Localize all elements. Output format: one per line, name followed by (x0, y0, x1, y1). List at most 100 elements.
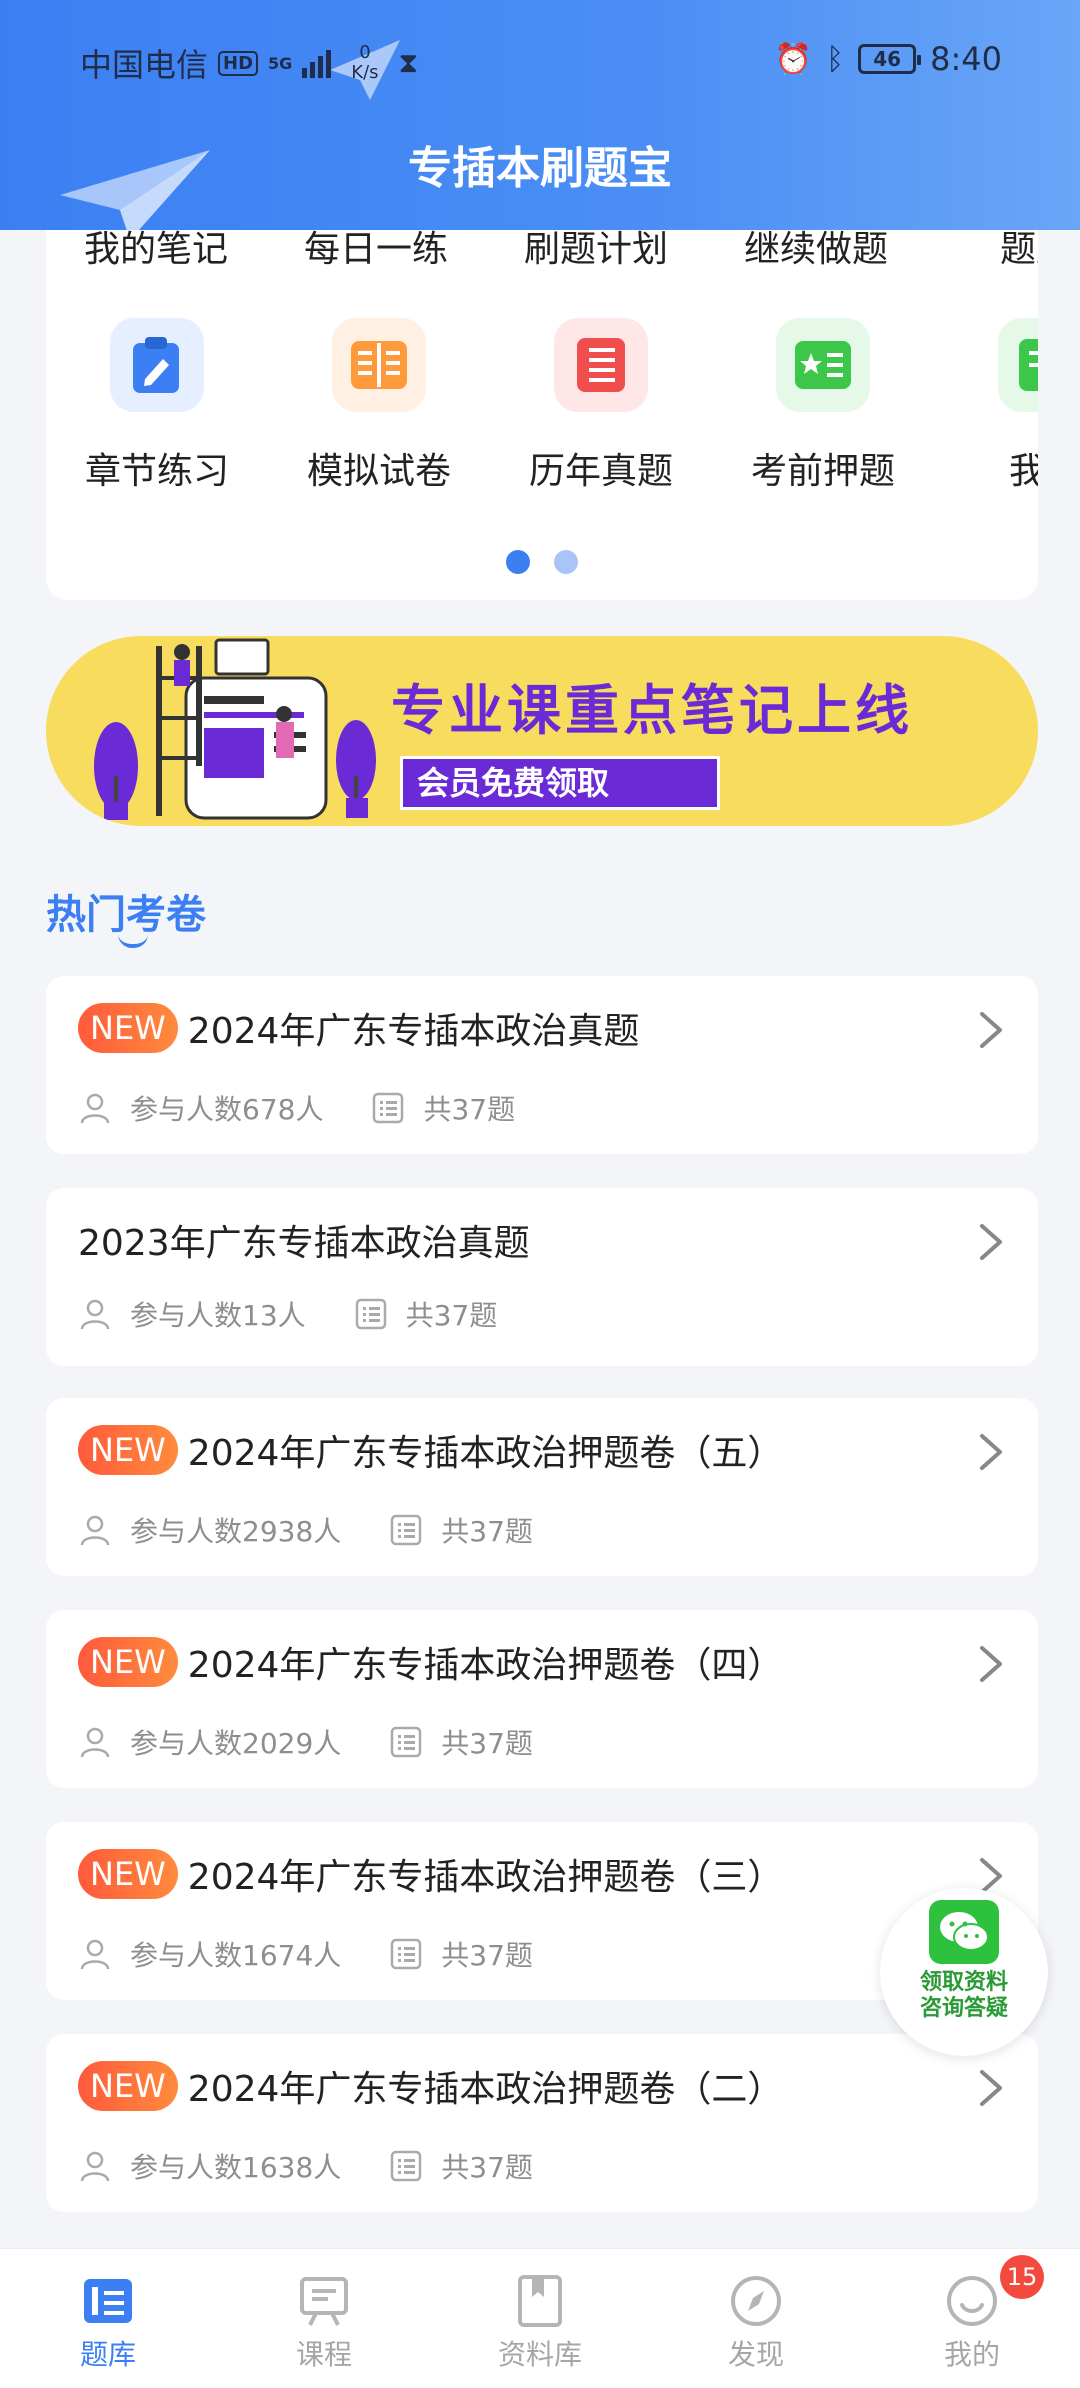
app-header: 中国电信 HD 5G 0 K/s ⧗ ⏰ ᛒ 46 8:40 专插本刷题宝 (0, 0, 1080, 230)
chevron-right-icon (980, 1646, 1002, 1682)
category-label: 历年真题 (528, 451, 673, 492)
hourglass-icon: ⧗ (398, 46, 419, 79)
question-bank-icon (84, 2279, 132, 2323)
open-book-icon (332, 318, 426, 412)
nav-item-question-bank[interactable]: 题库 (0, 2249, 216, 2388)
category-row: 章节练习 模拟试卷 历年真题 考前押题 我的 (46, 318, 1038, 494)
person-icon (80, 2151, 110, 2182)
category-mock-exam[interactable]: 模拟试卷 (268, 318, 490, 494)
participant-count: 参与人数13人 (130, 1299, 306, 1332)
banner-claim-button[interactable]: 会员免费领取 (400, 756, 720, 810)
network-speed: 0 K/s (351, 42, 379, 83)
question-count: 共37题 (423, 1093, 516, 1126)
new-badge: NEW (78, 2061, 178, 2111)
exam-card[interactable]: NEW 2024年广东专插本政治押题卷（四） 参与人数2029人 共37题 (46, 1610, 1038, 1788)
category-label: 模拟试卷 (306, 451, 451, 492)
section-title-hot-exams: 热门考卷 (46, 892, 206, 938)
question-list-icon (373, 1092, 404, 1124)
question-list-icon (391, 1726, 422, 1758)
category-my[interactable]: 我的 (934, 318, 1038, 494)
nav-label: 发现 (727, 2338, 784, 2371)
exam-title: 2024年广东专插本政治押题卷（四） (187, 1645, 784, 1686)
chevron-right-icon (980, 1012, 1002, 1048)
exam-title: 2023年广东专插本政治真题 (78, 1223, 530, 1264)
network-type: 5G (268, 53, 293, 73)
question-list-icon (355, 1298, 386, 1330)
new-badge: NEW (78, 1637, 178, 1687)
page-dot-active[interactable] (506, 550, 530, 574)
banner-illustration (94, 638, 376, 820)
question-count: 共37题 (405, 1299, 498, 1332)
status-bar: 中国电信 HD 5G 0 K/s ⧗ ⏰ ᛒ 46 8:40 (0, 0, 1080, 130)
nav-label: 题库 (79, 2338, 136, 2371)
pencil-clipboard-icon (110, 318, 204, 412)
exam-card[interactable]: NEW 2024年广东专插本政治押题卷（五） 参与人数2938人 共37题 (46, 1398, 1038, 1576)
exam-title: 2024年广东专插本政治押题卷（二） (187, 2069, 784, 2110)
nav-item-profile[interactable]: 我的 15 (864, 2249, 1080, 2388)
notification-badge: 15 (1000, 2255, 1044, 2299)
new-badge: NEW (78, 1425, 178, 1475)
wechat-icon (929, 1900, 999, 1964)
question-count: 共37题 (441, 1727, 533, 1760)
list-document-icon (554, 318, 648, 412)
person-icon (80, 1299, 110, 1330)
exam-title: 2024年广东专插本政治押题卷（三） (187, 1857, 784, 1898)
nav-item-courses[interactable]: 课程 (216, 2249, 432, 2388)
float-service-line2: 咨询答疑 (919, 1996, 1008, 2021)
profile-icon (947, 2276, 997, 2326)
participant-count: 参与人数678人 (130, 1093, 324, 1126)
battery-icon: 46 (858, 44, 922, 74)
alarm-icon: ⏰ (774, 41, 813, 77)
category-predicted-questions[interactable]: 考前押题 (712, 318, 934, 494)
participant-count: 参与人数1674人 (130, 1939, 342, 1972)
page-title: 专插本刷题宝 (408, 143, 672, 194)
category-chapter-practice[interactable]: 章节练习 (46, 318, 268, 494)
category-label: 章节练习 (84, 451, 229, 492)
question-list-icon (391, 2150, 422, 2182)
nav-label: 资料库 (497, 2338, 582, 2371)
nav-item-material-library[interactable]: 资料库 (432, 2249, 648, 2388)
floating-service-button[interactable]: 领取资料 咨询答疑 (880, 1888, 1048, 2056)
material-library-icon (518, 2275, 562, 2327)
bluetooth-icon: ᛒ (826, 41, 845, 77)
question-count: 共37题 (441, 1939, 533, 1972)
person-icon (80, 1515, 110, 1546)
chevron-right-icon (980, 2070, 1002, 2106)
page-indicator (46, 550, 1038, 574)
participant-count: 参与人数2938人 (130, 1515, 342, 1548)
new-badge: NEW (78, 1849, 178, 1899)
chevron-right-icon (980, 1434, 1002, 1470)
question-count: 共37题 (441, 1515, 533, 1548)
question-list-icon (391, 1514, 422, 1546)
clock: 8:40 (930, 40, 1002, 78)
exam-card[interactable]: NEW 2024年广东专插本政治押题卷（二） 参与人数1638人 共37题 (46, 2034, 1038, 2212)
nav-item-discover[interactable]: 发现 (648, 2249, 864, 2388)
person-icon (80, 1939, 110, 1970)
exam-card[interactable]: NEW 2024年广东专插本政治真题 参与人数678人 共37题 (46, 976, 1038, 1154)
my-collection-icon (998, 318, 1038, 412)
participant-count: 参与人数2029人 (130, 1727, 342, 1760)
bottom-nav: 题库 课程 资料库 发现 我的 15 (0, 2248, 1080, 2388)
page-dot[interactable] (554, 550, 578, 574)
nav-label: 我的 (943, 2338, 1000, 2371)
chevron-right-icon (980, 1224, 1002, 1260)
course-icon (300, 2277, 348, 2326)
category-label: 考前押题 (750, 451, 895, 492)
participant-count: 参与人数1638人 (130, 2151, 342, 2184)
exam-title: 2024年广东专插本政治押题卷（五） (187, 1433, 784, 1474)
promo-banner[interactable]: 专业课重点笔记上线 会员免费领取 (46, 636, 1038, 826)
question-list-icon (391, 1938, 422, 1970)
exam-title: 2024年广东专插本政治真题 (187, 1011, 640, 1052)
carrier-name: 中国电信 (80, 46, 209, 84)
star-book-icon (776, 318, 870, 412)
exam-card[interactable]: 2023年广东专插本政治真题 参与人数13人 共37题 (46, 1188, 1038, 1366)
float-service-line1: 领取资料 (919, 1970, 1008, 1995)
category-label: 我的 (1008, 451, 1038, 492)
banner-title: 专业课重点笔记上线 (391, 679, 913, 742)
nav-label: 课程 (295, 2338, 352, 2371)
question-count: 共37题 (441, 2151, 533, 2184)
category-past-papers[interactable]: 历年真题 (490, 318, 712, 494)
person-icon (80, 1727, 110, 1758)
discover-compass-icon (731, 2276, 781, 2326)
person-icon (80, 1093, 110, 1124)
